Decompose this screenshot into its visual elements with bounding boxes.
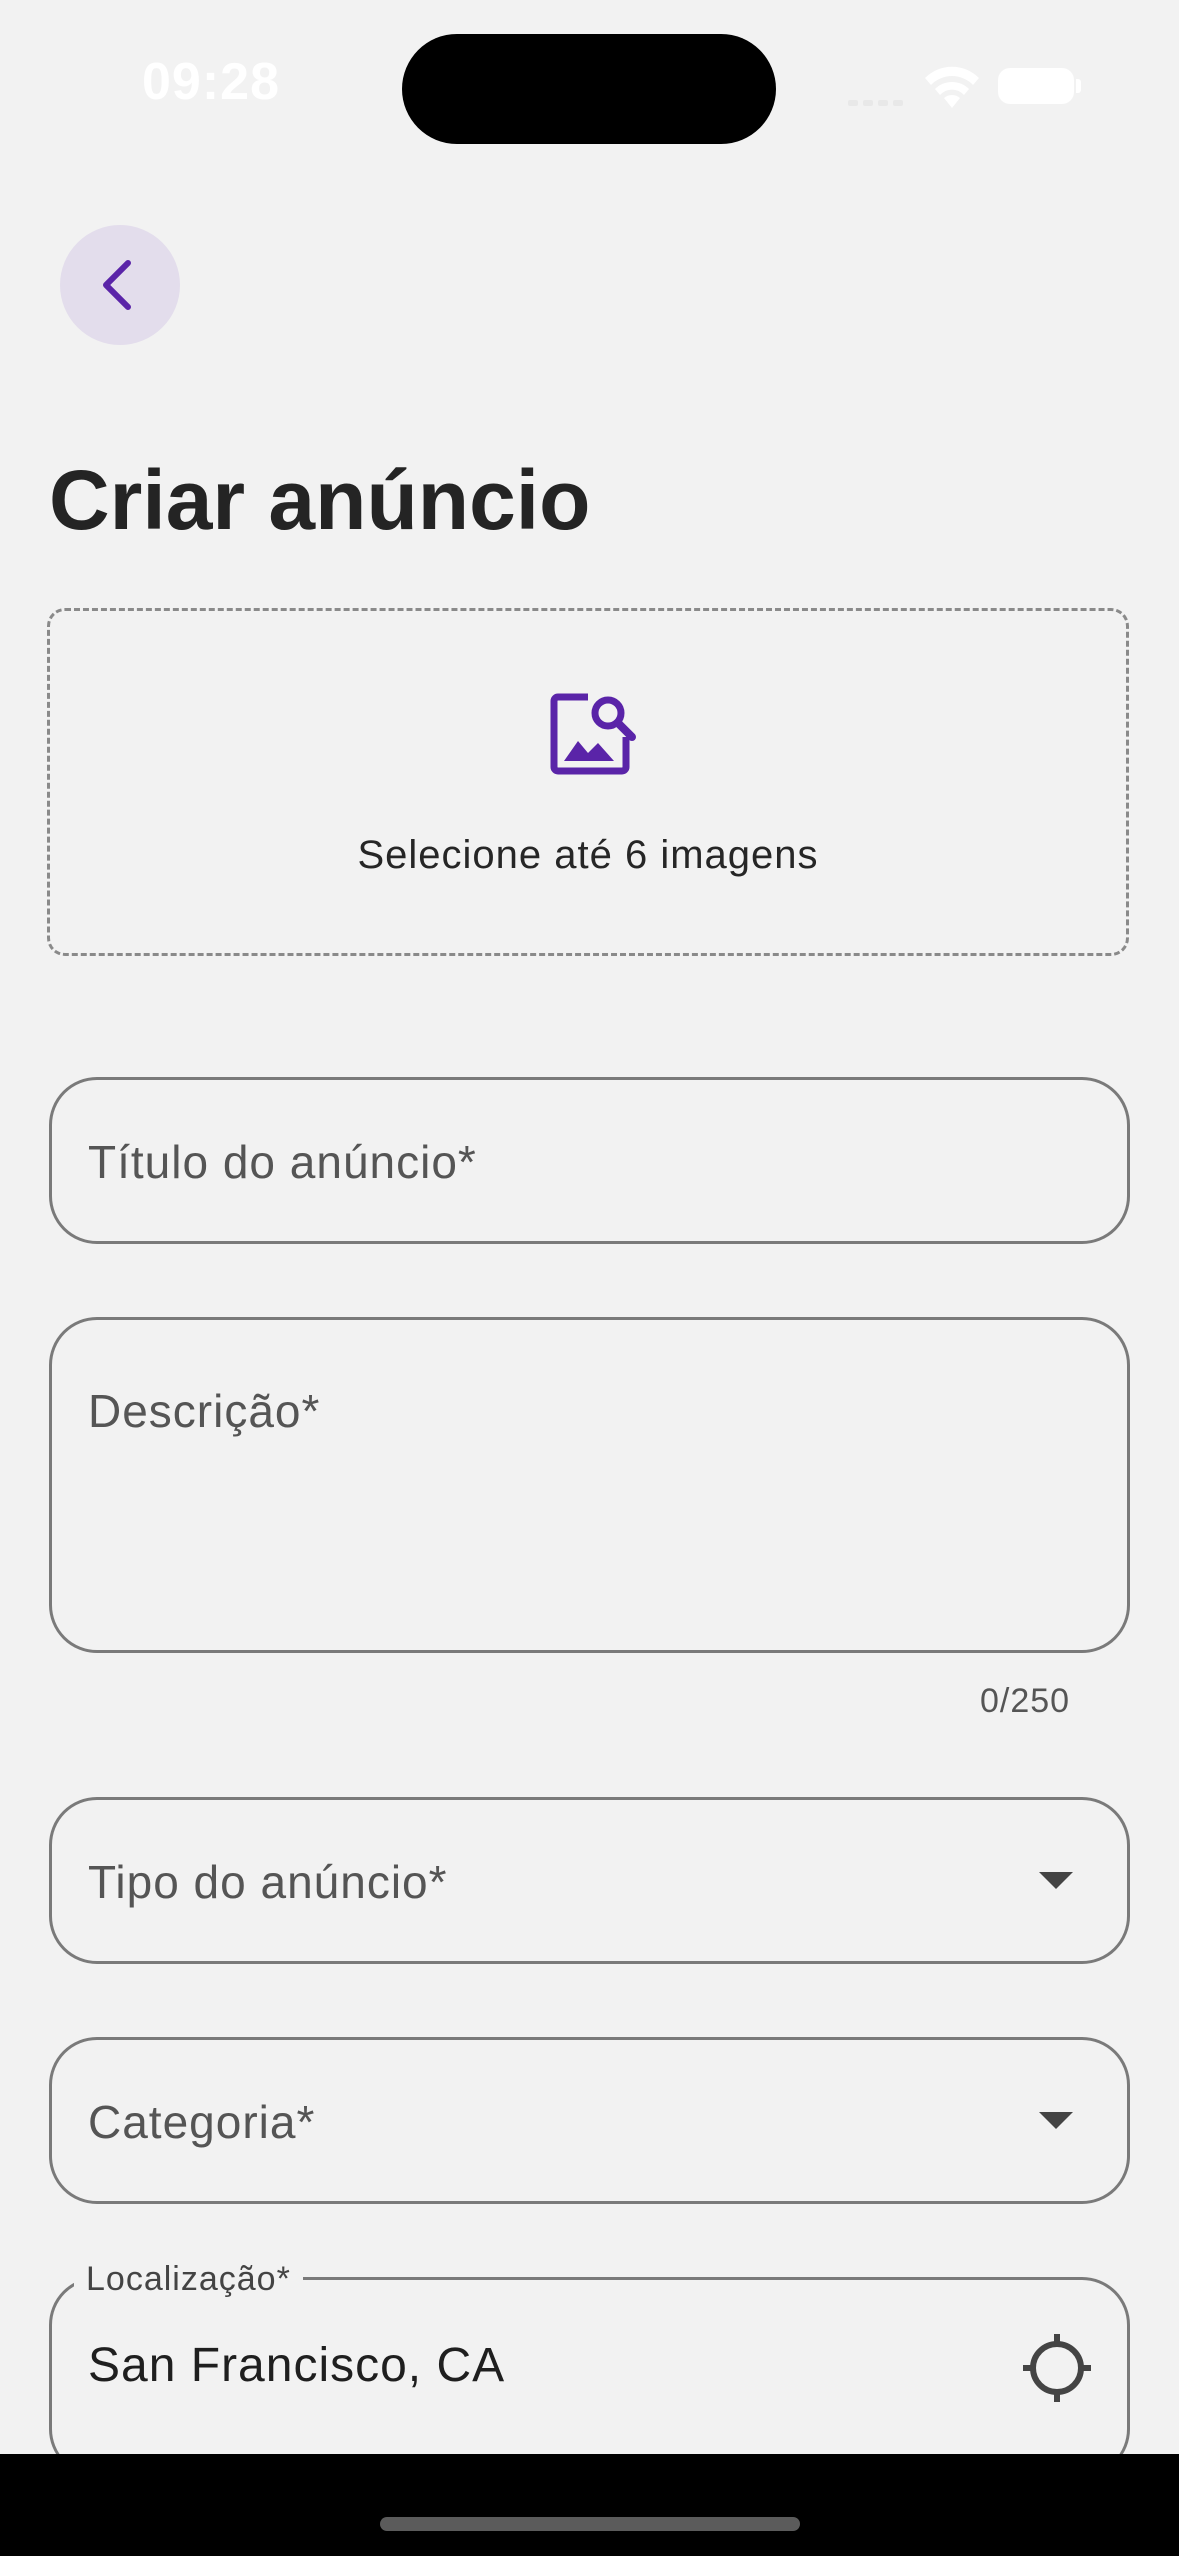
- page-title: Criar anúncio: [49, 453, 591, 547]
- category-placeholder: Categoria*: [88, 2096, 316, 2148]
- description-char-counter: 0/250: [980, 1682, 1071, 1720]
- ad-type-dropdown[interactable]: Tipo do anúncio*: [49, 1797, 1130, 1964]
- image-search-icon: [550, 693, 636, 775]
- status-bar: 09:28: [0, 0, 1179, 160]
- image-picker[interactable]: Selecione até 6 imagens: [47, 608, 1129, 956]
- location-field-label: Localização*: [74, 2260, 303, 2299]
- location-value: San Francisco, CA: [88, 2339, 506, 2392]
- back-button[interactable]: [60, 225, 180, 345]
- title-field[interactable]: Título do anúncio*: [49, 1077, 1130, 1244]
- category-dropdown[interactable]: Categoria*: [49, 2037, 1130, 2204]
- battery-icon: [998, 68, 1081, 104]
- dropdown-arrow-icon: [1039, 2112, 1073, 2129]
- home-bar-area: [0, 2454, 1179, 2556]
- home-indicator[interactable]: [380, 2517, 800, 2531]
- image-picker-label: Selecione até 6 imagens: [357, 833, 819, 877]
- cellular-signal-icon: [848, 84, 904, 106]
- dropdown-arrow-icon: [1039, 1872, 1073, 1889]
- crosshair-location-icon[interactable]: [1021, 2332, 1093, 2404]
- description-field-placeholder: Descrição*: [88, 1385, 321, 1437]
- title-field-placeholder: Título do anúncio*: [88, 1136, 477, 1188]
- location-field[interactable]: San Francisco, CA: [49, 2277, 1130, 2477]
- wifi-icon: [925, 66, 979, 108]
- ad-type-placeholder: Tipo do anúncio*: [88, 1856, 448, 1908]
- chevron-left-icon: [103, 260, 131, 310]
- description-field[interactable]: Descrição*: [49, 1317, 1130, 1653]
- status-time: 09:28: [142, 53, 280, 111]
- dynamic-island: [402, 34, 776, 144]
